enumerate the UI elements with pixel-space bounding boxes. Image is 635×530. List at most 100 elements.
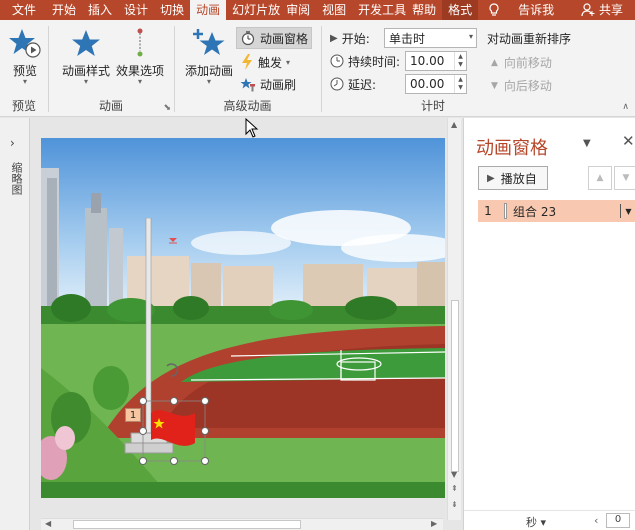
- animation-pane-button[interactable]: 动画窗格: [236, 27, 313, 49]
- play-from-button[interactable]: ▶ 播放自: [478, 166, 548, 190]
- person-icon: [581, 3, 595, 17]
- scroll-down-icon[interactable]: ▼: [451, 470, 457, 479]
- start-dropdown[interactable]: 单击时 ▾: [384, 28, 477, 48]
- scroll-up-icon[interactable]: ▲: [451, 120, 457, 129]
- tab-insert[interactable]: 插入: [82, 0, 118, 20]
- flag-group-object[interactable]: 1: [123, 218, 213, 473]
- scroll-right-icon[interactable]: ▶: [431, 519, 437, 528]
- triangle-down-icon: ▼: [622, 173, 630, 183]
- tab-animations[interactable]: 动画: [190, 0, 227, 20]
- advanced-animation-group: 添加动画 ▾ 动画窗格 触发 ▾ 动画刷 高级动画: [175, 20, 320, 117]
- start-row: ▶ 开始: 单击时 ▾: [330, 27, 477, 49]
- tab-home[interactable]: 开始: [46, 0, 82, 20]
- duration-stepper[interactable]: 10.00 ▲ ▼: [405, 51, 467, 71]
- move-earlier-label: 向前移动: [503, 56, 552, 70]
- lightbulb-icon: [489, 3, 499, 16]
- vertical-scrollbar[interactable]: ▲ ▼ ⇞ ⇟: [447, 118, 461, 520]
- tab-help[interactable]: 帮助: [406, 0, 442, 20]
- scroll-thumb[interactable]: [73, 520, 301, 529]
- share-button[interactable]: 共享: [575, 0, 629, 20]
- dialog-launcher-icon[interactable]: ⬊: [163, 103, 171, 113]
- horizontal-scrollbar[interactable]: ◀ ▶: [41, 518, 443, 530]
- chevron-down-icon: ▾: [84, 77, 89, 86]
- tab-view[interactable]: 视图: [316, 0, 352, 20]
- preview-button[interactable]: 预览 ▾: [8, 26, 42, 86]
- move-later-label: 向后移动: [503, 79, 552, 93]
- animation-pane-label: 动画窗格: [260, 31, 309, 46]
- chevron-down-icon: ▾: [286, 57, 291, 67]
- workspace: › 缩略图 1 ▲ ▼ ⇞ ⇟ ◀ ▶ 动画窗格 ▼ ✕ ▶ 播放自 ▲ ▼ 1…: [0, 118, 635, 530]
- chevron-down-icon: ▾: [22, 77, 27, 86]
- next-slide-icon[interactable]: ⇟: [451, 500, 458, 509]
- divider: [321, 26, 322, 112]
- lightning-icon: [242, 54, 252, 70]
- share-label: 共享: [598, 3, 623, 17]
- delay-stepper[interactable]: 00.00 ▲ ▼: [405, 74, 467, 94]
- animation-group-label: 动画: [98, 99, 123, 113]
- star-icon: [72, 30, 100, 56]
- expand-thumbnails-icon[interactable]: ›: [10, 136, 15, 150]
- animation-tag[interactable]: 1: [125, 408, 141, 422]
- tab-slideshow[interactable]: 幻灯片放: [226, 0, 280, 20]
- start-label: 开始:: [341, 31, 370, 46]
- animation-pane: 动画窗格 ▼ ✕ ▶ 播放自 ▲ ▼ 1 组合 23 ▼ 秒 ▾ ‹ 0: [463, 118, 635, 530]
- timing-group-label: 计时: [420, 99, 445, 113]
- tab-file[interactable]: 文件: [0, 0, 46, 20]
- thumbnails-label: 缩略图: [10, 162, 23, 195]
- chevron-down-icon: ▾: [207, 77, 212, 86]
- move-up-button[interactable]: ▲: [588, 166, 612, 190]
- tab-transitions[interactable]: 切换: [154, 0, 190, 20]
- scroll-left-icon[interactable]: ◀: [45, 519, 51, 528]
- advanced-animation-group-label: 高级动画: [223, 99, 272, 113]
- tell-me-label: 告诉我: [518, 3, 555, 17]
- spinner-arrows-icon[interactable]: ▲ ▼: [454, 52, 466, 70]
- tab-design[interactable]: 设计: [118, 0, 154, 20]
- slide-canvas[interactable]: 1: [41, 138, 445, 498]
- timing-group: ▶ 开始: 单击时 ▾ 持续时间: 10.00 ▲ ▼ 延迟: 00.00 ▲ …: [330, 20, 477, 117]
- scroll-thumb[interactable]: [451, 300, 459, 472]
- animation-painter-button[interactable]: 动画刷: [237, 73, 299, 95]
- duration-row: 持续时间: 10.00 ▲ ▼: [330, 50, 467, 72]
- chevron-down-icon[interactable]: ▼: [620, 204, 635, 218]
- move-earlier-button[interactable]: ▲ 向前移动: [491, 54, 552, 71]
- triangle-down-icon: ▼: [491, 80, 498, 91]
- thumbnail-strip: › 缩略图: [0, 118, 30, 530]
- add-animation-icon: [193, 29, 225, 55]
- timeline-value: 0: [606, 513, 630, 528]
- chevron-left-icon[interactable]: ‹: [594, 514, 598, 527]
- animation-list-item[interactable]: 1 组合 23 ▼: [478, 200, 635, 222]
- animation-styles-button[interactable]: 动画样式 ▾: [62, 26, 110, 86]
- tab-format[interactable]: 格式: [442, 0, 479, 20]
- animation-item-number: 1: [484, 204, 492, 218]
- preview-group-label: 预览: [11, 99, 36, 113]
- trigger-button[interactable]: 触发 ▾: [237, 51, 293, 73]
- duration-value: 10.00: [410, 54, 445, 68]
- seconds-dropdown[interactable]: 秒 ▾: [526, 514, 546, 530]
- spinner-arrows-icon[interactable]: ▲ ▼: [454, 75, 466, 93]
- tab-review[interactable]: 审阅: [280, 0, 316, 20]
- ribbon: 预览 ▾ 预览 动画样式 ▾ 效果选项 ▾ 动画 ⬊ 添加动画 ▾ 动画窗格 触…: [0, 20, 635, 117]
- collapse-ribbon-icon[interactable]: ∧: [622, 102, 629, 112]
- add-animation-button[interactable]: 添加动画 ▾: [185, 26, 233, 86]
- animation-group: 动画样式 ▾ 效果选项 ▾ 动画 ⬊: [49, 20, 173, 117]
- flagpole-icon: [124, 218, 209, 465]
- trigger-label: 触发: [258, 55, 283, 70]
- clock-icon: [330, 54, 344, 68]
- reorder-title: 对动画重新排序: [487, 32, 572, 46]
- pane-options-icon[interactable]: ▼: [583, 138, 591, 149]
- duration-label-wrap: 持续时间:: [330, 53, 402, 70]
- delay-row: 延迟: 00.00 ▲ ▼: [330, 73, 467, 95]
- move-later-button[interactable]: ▼ 向后移动: [491, 77, 552, 94]
- tab-developer[interactable]: 开发工具: [352, 0, 406, 20]
- triangle-up-icon: ▲: [491, 57, 498, 68]
- close-icon[interactable]: ✕: [622, 132, 635, 150]
- prev-slide-icon[interactable]: ⇞: [451, 484, 458, 493]
- tell-me-box[interactable]: 告诉我: [478, 0, 560, 20]
- reorder-group: 对动画重新排序 ▲ 向前移动 ▼ 向后移动: [487, 20, 635, 117]
- move-down-button[interactable]: ▼: [614, 166, 635, 190]
- chevron-down-icon: ▾: [138, 77, 143, 86]
- effect-options-button[interactable]: 效果选项 ▾: [116, 26, 164, 86]
- duration-label: 持续时间:: [348, 54, 401, 69]
- chevron-down-icon: ▾: [468, 32, 473, 41]
- triangle-up-icon: ▲: [596, 173, 604, 183]
